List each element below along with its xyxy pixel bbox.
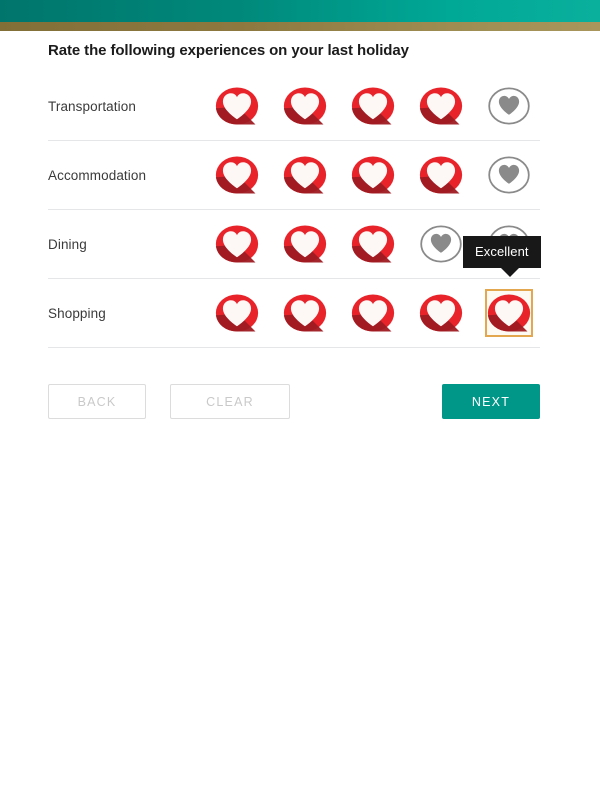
clear-button[interactable]: CLEAR <box>170 384 290 419</box>
rating-row-label: Accommodation <box>48 167 147 183</box>
heart-icon-filled[interactable] <box>349 151 397 199</box>
header-gold-stripe <box>0 22 600 31</box>
rating-row: Transportation <box>48 72 540 141</box>
heart-icon-filled[interactable] <box>213 289 261 337</box>
heart-icon-filled[interactable] <box>485 289 533 337</box>
rating-icon-group <box>213 82 533 130</box>
heart-icon-filled[interactable] <box>417 82 465 130</box>
rating-row-label: Dining <box>48 236 87 252</box>
heart-icon-filled[interactable] <box>349 82 397 130</box>
rating-icon-group <box>213 151 533 199</box>
heart-icon-filled[interactable] <box>213 151 261 199</box>
page-title: Rate the following experiences on your l… <box>48 42 409 59</box>
heart-icon-empty[interactable] <box>417 220 465 268</box>
button-bar: BACK CLEAR NEXT <box>0 384 600 419</box>
back-button[interactable]: BACK <box>48 384 146 419</box>
rating-rows-list: Transportation Accommodation Dining Shoppin… <box>0 72 600 348</box>
heart-icon-filled[interactable] <box>349 289 397 337</box>
heart-icon-filled[interactable] <box>213 82 261 130</box>
rating-row: Accommodation <box>48 141 540 210</box>
rating-row-label: Shopping <box>48 305 106 321</box>
rating-icon-group <box>213 289 533 337</box>
heart-icon-filled[interactable] <box>281 151 329 199</box>
rating-row: Shopping <box>48 279 540 348</box>
heart-icon-filled[interactable] <box>417 289 465 337</box>
heart-icon-filled[interactable] <box>349 220 397 268</box>
next-button[interactable]: NEXT <box>442 384 540 419</box>
heart-icon-empty[interactable] <box>485 151 533 199</box>
heart-icon-filled[interactable] <box>281 289 329 337</box>
heart-icon-filled[interactable] <box>281 82 329 130</box>
header-teal-bar <box>0 0 600 22</box>
heart-icon-filled[interactable] <box>281 220 329 268</box>
survey-page: Rate the following experiences on your l… <box>0 31 600 419</box>
heart-icon-filled[interactable] <box>213 220 261 268</box>
heart-icon-filled[interactable] <box>417 151 465 199</box>
heart-icon-empty[interactable] <box>485 82 533 130</box>
rating-row-label: Transportation <box>48 98 136 114</box>
rating-tooltip: Excellent <box>463 236 541 277</box>
